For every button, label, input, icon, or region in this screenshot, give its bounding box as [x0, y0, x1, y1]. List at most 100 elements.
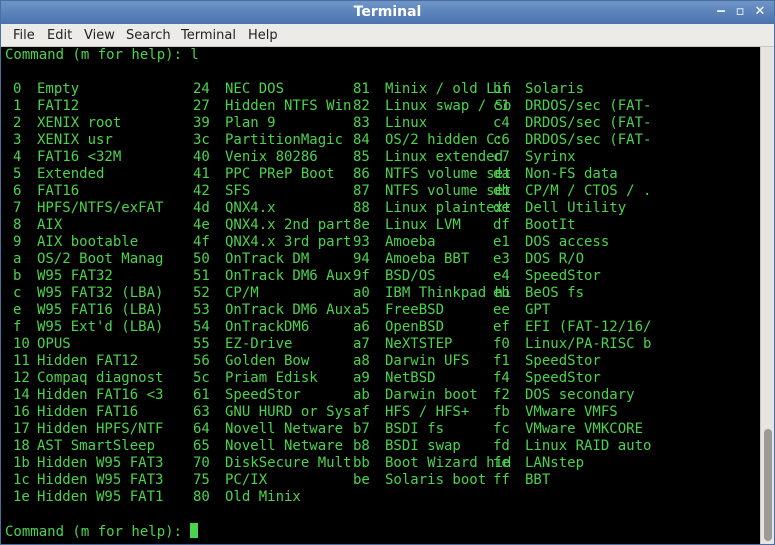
partition-type-code: 8e	[353, 217, 370, 233]
partition-type-code: 80	[193, 489, 210, 505]
command-prompt-input[interactable]: Command (m for help):	[5, 523, 199, 540]
menu-help[interactable]: Help	[248, 28, 278, 43]
partition-type-code: 1c	[13, 472, 30, 488]
partition-type-name: BSD/OS	[385, 268, 436, 284]
partition-type-name: FAT12	[37, 98, 80, 114]
partition-type-code: 27	[193, 98, 210, 114]
partition-type-name: QNX4.x	[225, 200, 276, 216]
partition-type-code: a6	[353, 319, 370, 335]
partition-type-name: W95 FAT32	[37, 268, 113, 284]
partition-type-code: a5	[353, 302, 370, 318]
partition-type-code: c1	[493, 98, 510, 114]
partition-type-code: ff	[493, 472, 510, 488]
partition-type-code: 14	[13, 387, 30, 403]
partition-type-code: b7	[353, 421, 370, 437]
partition-type-code: 82	[353, 98, 370, 114]
partition-type-code: 93	[353, 234, 370, 250]
partition-type-name: CP/M / CTOS / .	[525, 183, 652, 199]
partition-type-name: Linux extended	[385, 149, 504, 165]
partition-type-name: Non-FS data	[525, 166, 618, 182]
partition-type-name: Syrinx	[525, 149, 576, 165]
partition-type-name: Linux/PA-RISC b	[525, 336, 652, 352]
terminal-output[interactable]: Command (m for help): l 0 Empty 1 FAT12 2 XEN…	[1, 47, 760, 544]
partition-type-name: FreeBSD	[385, 302, 445, 318]
partition-type-code: f	[13, 319, 22, 335]
partition-type-code: 70	[193, 455, 210, 471]
partition-type-name: Solaris	[525, 81, 585, 97]
partition-type-name: GPT	[525, 302, 551, 318]
partition-type-code: ef	[493, 319, 510, 335]
partition-type-name: W95 FAT16 (LBA)	[37, 302, 164, 318]
partition-type-code: e4	[493, 268, 510, 284]
partition-type-code: 1	[13, 98, 22, 114]
partition-type-code: 18	[13, 438, 30, 454]
partition-type-name: SpeedStor	[525, 353, 601, 369]
scrollbar-thumb[interactable]	[764, 429, 772, 541]
partition-type-name: Hidden NTFS Win	[225, 98, 352, 114]
partition-type-code: 94	[353, 251, 370, 267]
partition-type-name: W95 Ext'd (LBA)	[37, 319, 164, 335]
maximize-icon[interactable]: ▫	[732, 4, 748, 20]
partition-type-code: 54	[193, 319, 210, 335]
partition-type-code: db	[493, 183, 510, 199]
partition-type-name: FAT16 <32M	[37, 149, 122, 165]
partition-type-name: BootIt	[525, 217, 576, 233]
partition-type-code: bb	[353, 455, 370, 471]
partition-type-code: 1b	[13, 455, 30, 471]
partition-type-name: Darwin UFS	[385, 353, 470, 369]
minimize-icon[interactable]: ‒	[713, 4, 729, 20]
partition-type-name: Linux LVM	[385, 217, 461, 233]
partition-type-name: GNU HURD or Sys	[225, 404, 352, 420]
partition-type-name: Amoeba BBT	[385, 251, 470, 267]
partition-type-code: 17	[13, 421, 30, 437]
menu-terminal[interactable]: Terminal	[181, 28, 236, 43]
menu-view[interactable]: View	[84, 28, 115, 43]
partition-type-name: OS/2 Boot Manag	[37, 251, 164, 267]
partition-type-code: 9f	[353, 268, 370, 284]
partition-type-code: 2	[13, 115, 22, 131]
partition-type-name: Extended	[37, 166, 105, 182]
partition-type-name: Venix 80286	[225, 149, 318, 165]
partition-type-code: 42	[193, 183, 210, 199]
partition-type-code: 63	[193, 404, 210, 420]
menu-search[interactable]: Search	[126, 28, 171, 43]
partition-type-name: AST SmartSleep	[37, 438, 156, 454]
partition-type-code: 16	[13, 404, 30, 420]
menu-file[interactable]: File	[13, 28, 35, 43]
partition-type-name: Hidden W95 FAT3	[37, 455, 164, 471]
partition-type-name: SpeedStor	[225, 387, 301, 403]
partition-type-name: DOS access	[525, 234, 610, 250]
partition-type-name: BeOS fs	[525, 285, 585, 301]
partition-type-name: Dell Utility	[525, 200, 627, 216]
partition-type-name: Old Minix	[225, 489, 301, 505]
close-icon[interactable]: ✕	[752, 4, 768, 20]
partition-type-code: 7	[13, 200, 22, 216]
partition-type-code: 75	[193, 472, 210, 488]
partition-type-code: a0	[353, 285, 370, 301]
partition-type-name: Plan 9	[225, 115, 276, 131]
partition-type-code: 6	[13, 183, 22, 199]
partition-type-code: de	[493, 200, 510, 216]
partition-type-code: 53	[193, 302, 210, 318]
partition-type-name: PPC PReP Boot	[225, 166, 335, 182]
partition-type-name: W95 FAT32 (LBA)	[37, 285, 164, 301]
partition-type-code: f4	[493, 370, 510, 386]
partition-type-code: 61	[193, 387, 210, 403]
title-bar[interactable]: Terminal ‒ ▫ ✕	[1, 1, 774, 24]
partition-type-name: AIX bootable	[37, 234, 139, 250]
partition-type-name: OnTrack DM6 Aux	[225, 268, 352, 284]
partition-type-name: EZ-Drive	[225, 336, 293, 352]
vertical-scrollbar[interactable]	[760, 47, 774, 544]
menu-edit[interactable]: Edit	[47, 28, 72, 43]
partition-type-code: 55	[193, 336, 210, 352]
partition-type-name: DiskSecure Mult	[225, 455, 352, 471]
partition-type-name: DRDOS/sec (FAT-	[525, 115, 652, 131]
partition-type-name: Solaris boot	[385, 472, 487, 488]
partition-type-code: a7	[353, 336, 370, 352]
partition-type-code: 65	[193, 438, 210, 454]
partition-type-code: 5	[13, 166, 22, 182]
partition-type-code: 8	[13, 217, 22, 233]
partition-type-name: QNX4.x 3rd part	[225, 234, 352, 250]
partition-type-code: a9	[353, 370, 370, 386]
partition-type-name: Priam Edisk	[225, 370, 318, 386]
